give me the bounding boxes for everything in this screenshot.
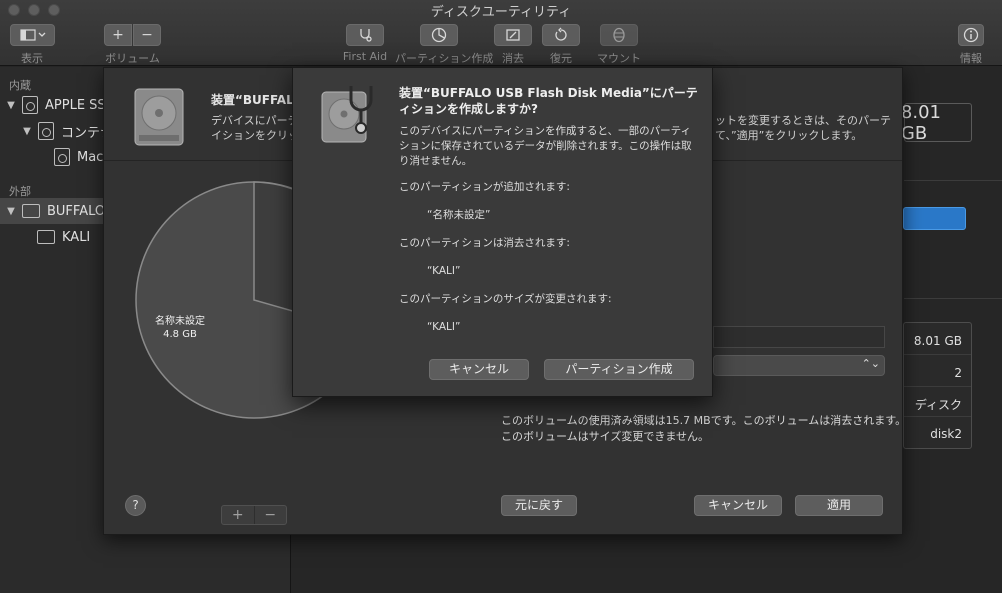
view-label: 表示 <box>21 52 43 65</box>
sheet-title: 装置“BUFFALO <box>211 93 304 107</box>
sheet-description-right: ットを変更するときは、そのパーテ て、”適用”をクリックします。 <box>715 114 891 142</box>
partition-add-remove: + − <box>221 505 287 525</box>
updown-chevron-icon: ⌃⌄ <box>861 357 880 370</box>
divider <box>904 354 971 355</box>
stethoscope-icon <box>360 29 372 42</box>
pie-label: 名称未設定 4.8 GB <box>152 315 208 341</box>
external-disk-icon <box>22 204 40 218</box>
remove-volume-button[interactable]: − <box>133 24 161 46</box>
divider <box>904 298 1002 299</box>
erase-icon <box>506 29 520 41</box>
restore-icon <box>555 27 567 41</box>
add-partition-button[interactable]: + <box>222 506 255 524</box>
sheet-cancel-button[interactable]: キャンセル <box>694 495 782 516</box>
info-table: 8.01 GB 2 ディスク disk2 <box>903 322 972 449</box>
pie-label-name: 名称未設定 <box>155 316 205 327</box>
alert-message: このデバイスにパーティションを作成すると、一部のパーティションに保存されているデ… <box>399 125 692 167</box>
info-icon <box>963 27 979 43</box>
mount-label: マウント <box>597 52 641 65</box>
divider <box>904 416 971 417</box>
confirm-partition-alert: 装置“BUFFALO USB Flash Disk Media”にパーティション… <box>292 67 713 397</box>
divider <box>904 386 971 387</box>
revert-button[interactable]: 元に戻す <box>501 495 577 516</box>
partition-button[interactable] <box>420 24 458 46</box>
alert-cancel-button[interactable]: キャンセル <box>429 359 529 380</box>
volume-disk-icon <box>54 148 70 166</box>
mount-button[interactable] <box>600 24 638 46</box>
external-header: 外部 <box>9 185 31 198</box>
volume-note-line-2: このボリュームはサイズ変更できません。 <box>501 430 710 443</box>
erased-partition: “KALI” <box>427 265 461 277</box>
view-button[interactable] <box>10 24 55 46</box>
info-type: ディスク <box>914 398 962 412</box>
remove-partition-button[interactable]: − <box>255 506 287 524</box>
volume-note-line-1: このボリュームの使用済み領域は15.7 MBです。このボリュームは消去されます。 <box>501 414 907 427</box>
disclosure-triangle-icon[interactable]: ▼ <box>4 100 18 111</box>
disk-capacity: 8.01 GB <box>901 102 972 144</box>
window-title: ディスクユーティリティ <box>430 5 572 20</box>
sidebar-item-label: KALI <box>62 229 91 245</box>
disk-utility-window: ディスクユーティリティ 表示 + − ボリューム First Aid パーティシ… <box>0 0 1002 593</box>
added-partition: “名称未設定” <box>427 209 491 221</box>
usage-bar <box>903 207 966 230</box>
first-aid-label: First Aid <box>342 50 388 63</box>
alert-partition-button[interactable]: パーティション作成 <box>544 359 694 380</box>
volume-label: ボリューム <box>105 52 160 65</box>
hard-disk-icon <box>134 88 184 146</box>
disk-utility-stethoscope-icon <box>321 86 373 143</box>
container-disk-icon <box>38 122 54 140</box>
partition-name-field[interactable] <box>713 326 885 348</box>
partition-label: パーティション作成 <box>395 52 494 65</box>
resized-partition: “KALI” <box>427 321 461 333</box>
erased-header: このパーティションは消去されます: <box>399 237 570 249</box>
toolbar: ディスクユーティリティ 表示 + − ボリューム First Aid パーティシ… <box>0 0 1002 66</box>
alert-title: 装置“BUFFALO USB Flash Disk Media”にパーティション… <box>399 86 698 116</box>
erase-label: 消去 <box>502 52 524 65</box>
disclosure-triangle-icon[interactable]: ▼ <box>4 206 18 217</box>
pie-label-size: 4.8 GB <box>163 329 197 340</box>
first-aid-button[interactable] <box>346 24 384 46</box>
info-label: 情報 <box>960 52 982 65</box>
mount-icon <box>613 27 625 43</box>
resized-header: このパーティションのサイズが変更されます: <box>399 293 612 305</box>
format-popup[interactable]: ⌃⌄ <box>713 355 885 376</box>
add-volume-button[interactable]: + <box>104 24 132 46</box>
help-button[interactable]: ? <box>125 495 146 516</box>
info-button[interactable] <box>958 24 984 46</box>
volume-note: このボリュームの使用済み領域は15.7 MBです。このボリュームは消去されます。… <box>501 413 906 445</box>
added-header: このパーティションが追加されます: <box>399 181 570 193</box>
info-child-count: 2 <box>954 366 962 380</box>
restore-button[interactable] <box>542 24 580 46</box>
info-device: disk2 <box>930 427 962 441</box>
pie-chart-icon <box>431 27 447 43</box>
erase-button[interactable] <box>494 24 532 46</box>
info-capacity: 8.01 GB <box>913 334 962 348</box>
internal-disk-icon <box>22 96 38 114</box>
volume-disk-icon <box>37 230 55 244</box>
apply-button[interactable]: 適用 <box>795 495 883 516</box>
disclosure-triangle-icon[interactable]: ▼ <box>20 126 34 137</box>
divider <box>904 180 1002 181</box>
restore-label: 復元 <box>550 52 572 65</box>
sidebar-view-icon <box>19 29 45 41</box>
internal-header: 内蔵 <box>9 79 31 92</box>
